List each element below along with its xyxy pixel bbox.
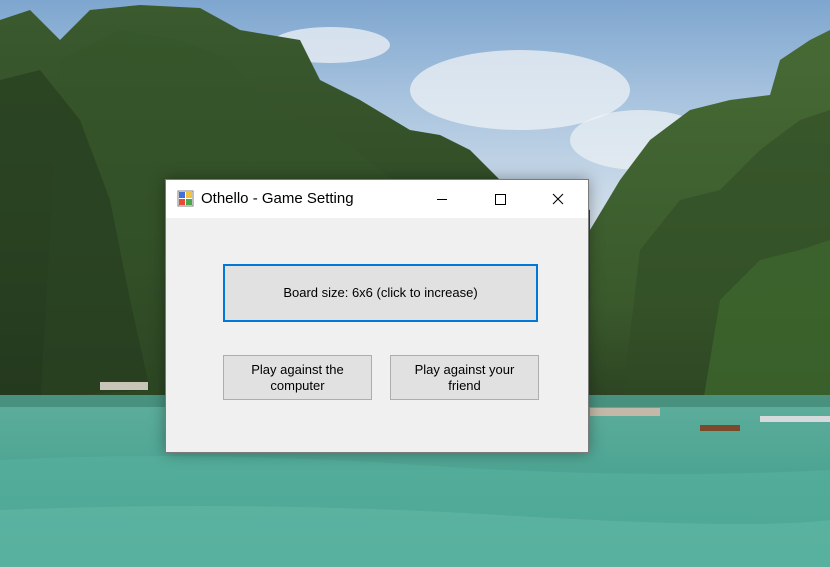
game-setting-dialog: Othello - Game Setting Board size: 6x6 (… — [165, 179, 589, 453]
othello-app-icon — [177, 190, 194, 207]
maximize-button[interactable] — [471, 180, 529, 218]
title-bar[interactable]: Othello - Game Setting — [166, 180, 588, 218]
minimize-button[interactable] — [413, 180, 471, 218]
play-vs-friend-button[interactable]: Play against your friend — [390, 355, 539, 400]
close-icon — [552, 193, 564, 205]
play-vs-computer-label: Play against the computer — [251, 361, 344, 393]
minimize-icon — [437, 199, 447, 200]
play-vs-computer-button[interactable]: Play against the computer — [223, 355, 372, 400]
window-title: Othello - Game Setting — [201, 190, 354, 207]
board-size-button[interactable]: Board size: 6x6 (click to increase) — [223, 264, 538, 322]
close-button[interactable] — [529, 180, 587, 218]
maximize-icon — [495, 194, 506, 205]
board-size-label: Board size: 6x6 (click to increase) — [283, 285, 478, 300]
play-vs-friend-label: Play against your friend — [414, 361, 515, 393]
